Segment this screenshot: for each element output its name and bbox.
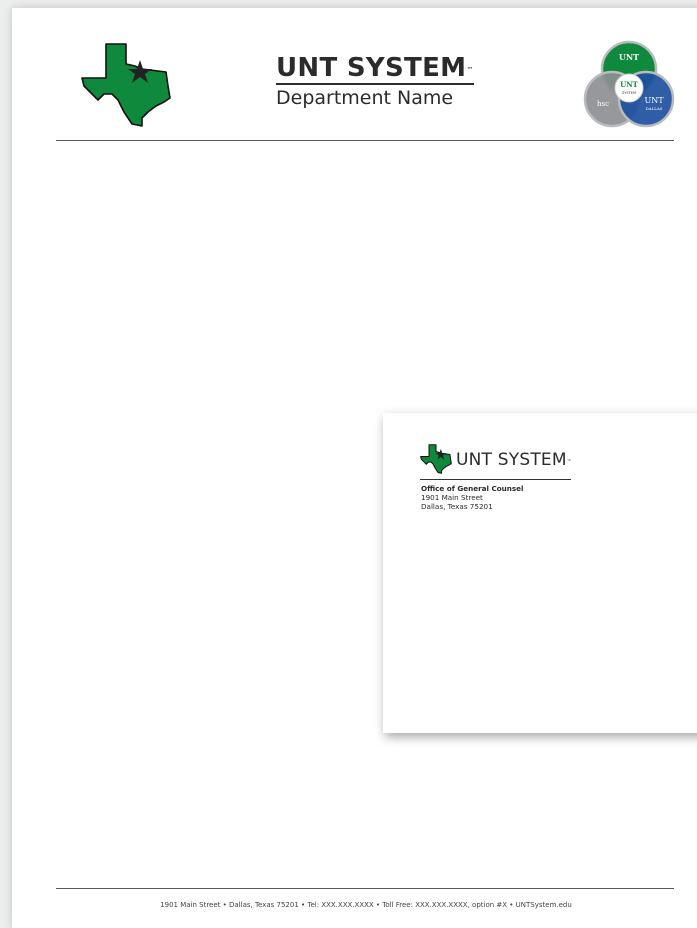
venn-institutions-icon: UNT UNT SYSTEM hsc UNT DALLAS [583,40,675,128]
city-state-zip: Dallas, Texas 75201 [421,502,493,511]
venn-center-bottom-label: SYSTEM [622,91,636,95]
brand-block: UNT SYSTEM™ Department Name [276,54,486,109]
department-name: Department Name [276,87,454,109]
footer-contact: 1901 Main Street • Dallas, Texas 75201 •… [160,901,572,909]
venn-right-bottom-label: DALLAS [645,106,662,111]
return-address: Office of General Counsel 1901 Main Stre… [421,484,524,511]
brand-title: UNT SYSTEM™ [276,53,474,85]
street-address: 1901 Main Street [421,493,483,502]
venn-right-top-label: UNT [644,96,664,105]
envelope-card: UNT SYSTEM™ Office of General Counsel 19… [383,413,697,733]
footer-divider [56,888,674,889]
envelope-divider [420,479,571,480]
texas-star-icon [81,43,171,127]
envelope-brand: UNT SYSTEM™ [456,450,572,470]
venn-center-top-label: UNT [620,80,639,89]
venn-left-label: hsc [597,100,609,108]
header-divider [56,140,674,141]
venn-top-label: UNT [619,52,639,62]
office-name: Office of General Counsel [421,484,524,493]
texas-star-icon [420,444,452,474]
